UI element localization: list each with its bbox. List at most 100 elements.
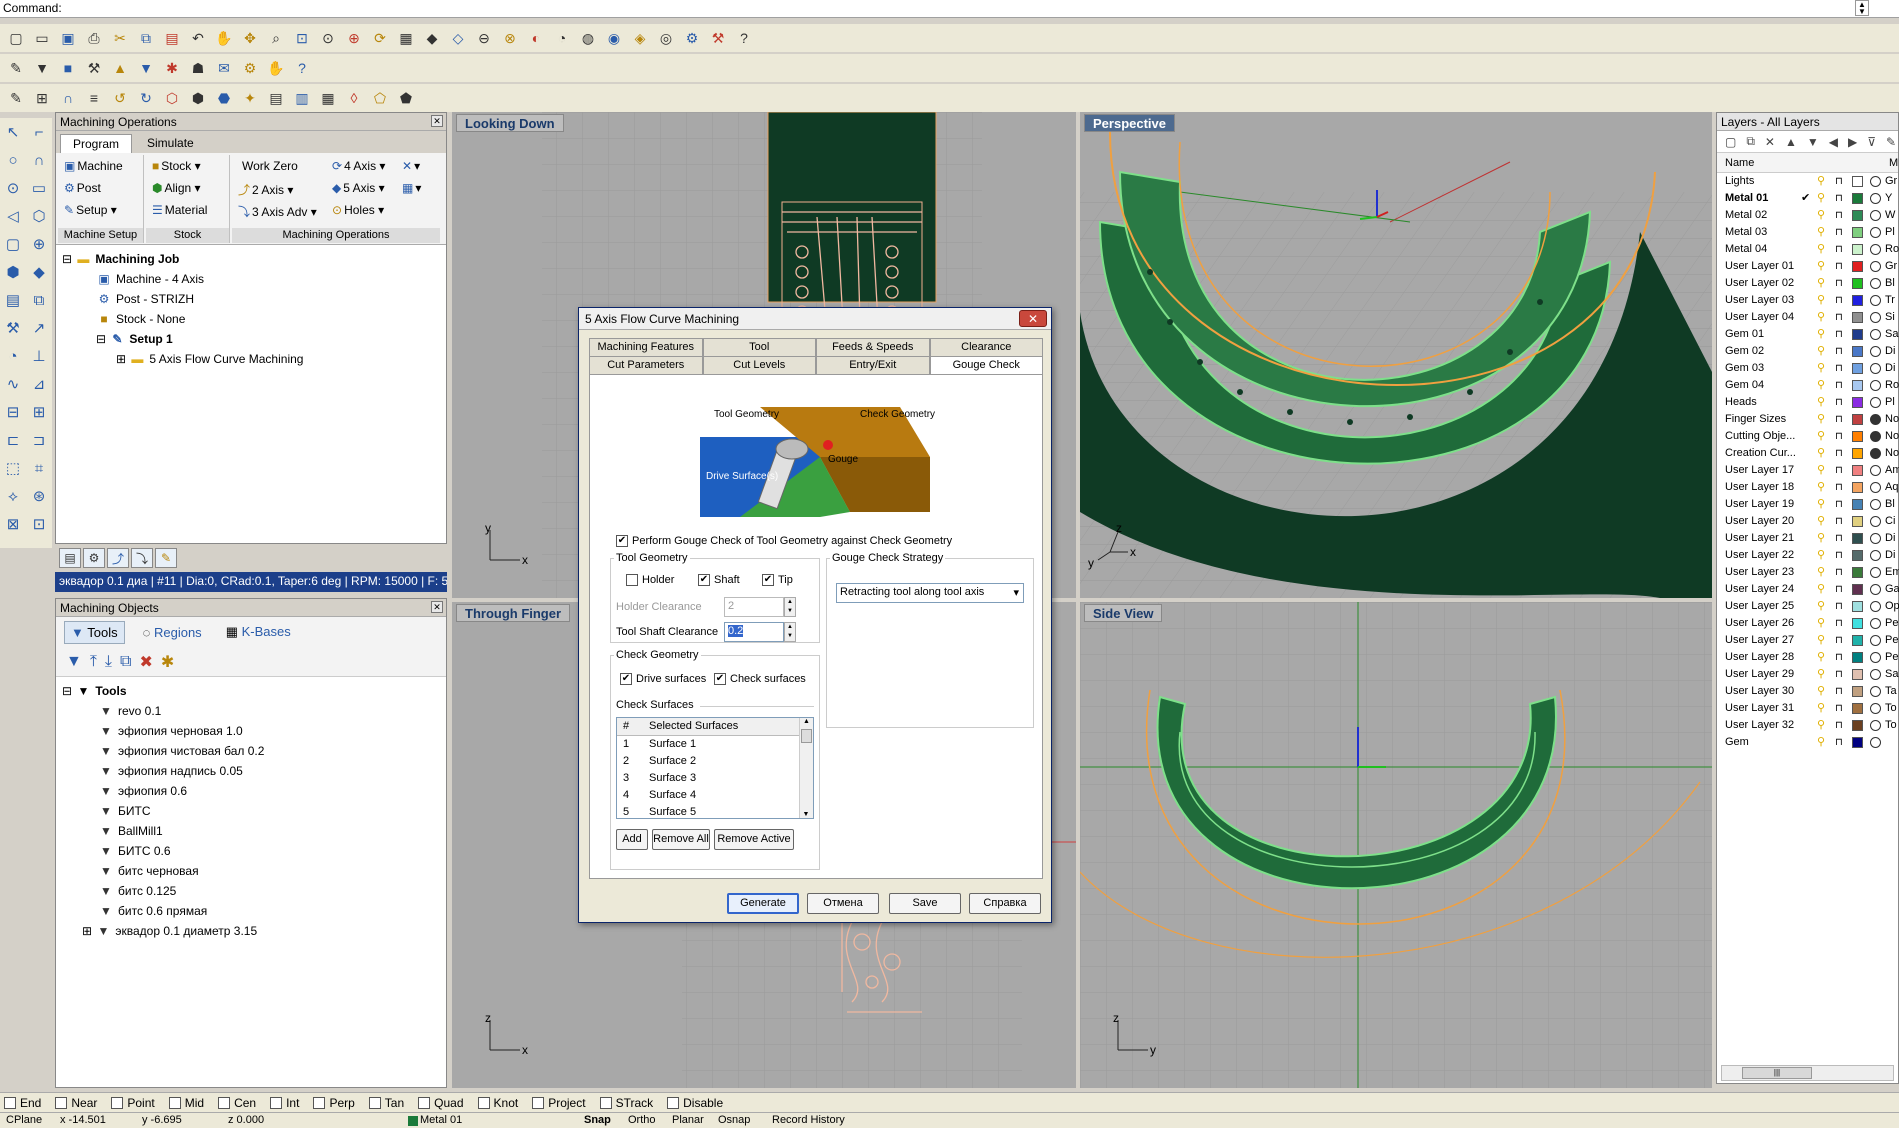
delete-tool-icon[interactable]: ✖ (139, 652, 152, 672)
layer-row[interactable]: User Layer 29 ⚲ ⊓ Sa (1717, 666, 1898, 683)
layer-name[interactable]: User Layer 22 (1725, 547, 1815, 564)
standard-tool-14-icon[interactable]: ⊕ (342, 26, 366, 50)
standard-tool-2-icon[interactable]: ▭ (30, 26, 54, 50)
left-tool-4-icon[interactable]: ∩ (26, 146, 52, 174)
layer-color-swatch[interactable] (1852, 227, 1863, 238)
lock-icon[interactable]: ⊓ (1835, 207, 1843, 224)
transform-tool-16-icon[interactable]: ⬟ (394, 86, 418, 110)
visibility-bulb-icon[interactable]: ⚲ (1817, 258, 1825, 275)
material-icon[interactable] (1870, 533, 1881, 544)
layer-name[interactable]: User Layer 32 (1725, 717, 1815, 734)
layer-color-swatch[interactable] (1852, 669, 1863, 680)
close-icon[interactable]: ✕ (431, 601, 443, 613)
layer-name[interactable]: Gem (1725, 734, 1815, 751)
standard-tool-26-icon[interactable]: ◎ (654, 26, 678, 50)
osnap-option[interactable]: STrack (599, 1096, 653, 1110)
layer-name[interactable]: Creation Cur... (1725, 445, 1815, 462)
strategy-select[interactable]: Retracting tool along tool axis ▾ (836, 583, 1024, 603)
layer-row[interactable]: User Layer 32 ⚲ ⊓ To (1717, 717, 1898, 734)
tool-item[interactable]: ▼ битс 0.125 (62, 881, 440, 901)
layer-row[interactable]: Gem ⚲ ⊓ (1717, 734, 1898, 751)
move-up-icon[interactable]: ▲ (1785, 135, 1797, 149)
layer-name[interactable]: User Layer 18 (1725, 479, 1815, 496)
standard-tool-16-icon[interactable]: ▦ (394, 26, 418, 50)
standard-tool-11-icon[interactable]: ⌕ (264, 26, 288, 50)
osnap-checkbox[interactable] (418, 1096, 431, 1109)
osnap-option[interactable]: Project (532, 1096, 586, 1110)
left-tool-1-icon[interactable]: ↖ (0, 118, 26, 146)
standard-tool-5-icon[interactable]: ✂ (108, 26, 132, 50)
perform-check-checkbox[interactable]: ✔ (616, 535, 628, 548)
surface-row[interactable]: 4 Surface 4 (617, 787, 813, 804)
command-scroll[interactable]: ▲ ▼ (1855, 0, 1869, 16)
operation-icon[interactable]: ⤴ (107, 548, 129, 568)
osnap-option[interactable]: Cen (218, 1096, 256, 1110)
layer-name[interactable]: User Layer 24 (1725, 581, 1815, 598)
material-icon[interactable] (1870, 652, 1881, 663)
layer-color-swatch[interactable] (1852, 414, 1863, 425)
holes-button[interactable]: ⊙ Holes ▾ (332, 203, 384, 217)
lock-icon[interactable]: ⊓ (1835, 377, 1843, 394)
visibility-bulb-icon[interactable]: ⚲ (1817, 496, 1825, 513)
layer-color-swatch[interactable] (1852, 584, 1863, 595)
material-button[interactable]: ☰ Material (152, 203, 207, 217)
lock-icon[interactable]: ⊓ (1835, 615, 1843, 632)
layer-name[interactable]: Heads (1725, 394, 1815, 411)
osnap-checkbox[interactable] (599, 1096, 612, 1109)
lock-icon[interactable]: ⊓ (1835, 734, 1843, 751)
material-icon[interactable] (1870, 210, 1881, 221)
visibility-bulb-icon[interactable]: ⚲ (1817, 649, 1825, 666)
new-layer-icon[interactable]: ▢ (1725, 135, 1736, 149)
dialog-tab[interactable]: Clearance (929, 338, 1043, 356)
material-icon[interactable] (1870, 329, 1881, 340)
layer-row[interactable]: User Layer 23 ⚲ ⊓ Em (1717, 564, 1899, 581)
tool-item[interactable]: ⊞ ▼ эквадор 0.1 диаметр 3.15 (62, 921, 440, 941)
layer-name[interactable]: User Layer 30 (1725, 683, 1815, 700)
layer-color-swatch[interactable] (1852, 363, 1863, 374)
material-icon[interactable] (1870, 499, 1881, 510)
left-tool-17-icon[interactable]: ◔ (0, 342, 26, 370)
left-tool-3-icon[interactable]: ○ (0, 146, 26, 174)
osnap-option[interactable]: Perp (313, 1096, 355, 1110)
tools-icon[interactable]: ✎ (1886, 135, 1896, 149)
operation-icon[interactable]: ⤵ (131, 548, 153, 568)
operation-icon[interactable]: ▤ (59, 548, 81, 568)
layer-color-swatch[interactable] (1852, 635, 1863, 646)
left-tool-10-icon[interactable]: ⊕ (26, 230, 52, 258)
perform-check-row[interactable]: ✔ Perform Gouge Check of Tool Geometry ag… (616, 535, 952, 548)
visibility-bulb-icon[interactable]: ⚲ (1817, 632, 1825, 649)
layer-row[interactable]: User Layer 24 ⚲ ⊓ Ga (1717, 581, 1899, 598)
visibility-bulb-icon[interactable]: ⚲ (1817, 666, 1825, 683)
copy-tool-icon[interactable]: ⧉ (120, 653, 131, 671)
material-icon[interactable] (1870, 737, 1881, 748)
tool-item[interactable]: ▼ битс черновая (62, 861, 440, 881)
standard-tool-17-icon[interactable]: ◆ (420, 26, 444, 50)
transform-tool-6-icon[interactable]: ↻ (134, 86, 158, 110)
remove-active-button[interactable]: Remove Active (714, 829, 794, 850)
material-icon[interactable] (1870, 346, 1881, 357)
layer-color-swatch[interactable] (1852, 567, 1863, 578)
material-icon[interactable] (1870, 312, 1881, 323)
lock-icon[interactable]: ⊓ (1835, 326, 1843, 343)
job-tree-item[interactable]: ▣ Machine - 4 Axis (62, 269, 440, 289)
snap-toggle[interactable]: Snap (584, 1114, 611, 1126)
osnap-checkbox[interactable] (4, 1096, 16, 1109)
holder-checkbox[interactable] (626, 574, 638, 587)
standard-tool-24-icon[interactable]: ◉ (602, 26, 626, 50)
add-button[interactable]: Add (616, 829, 648, 850)
drive-surfaces-checkbox[interactable]: ✔ (620, 673, 632, 686)
layer-name[interactable]: User Layer 17 (1725, 462, 1815, 479)
tool-item[interactable]: ▼ БИТС (62, 801, 440, 821)
osnap-checkbox[interactable] (313, 1096, 326, 1109)
lock-icon[interactable]: ⊓ (1835, 394, 1843, 411)
tool-item[interactable]: ▼ эфиопия чистовая бал 0.2 (62, 741, 440, 761)
list-scrollbar[interactable]: ▲ ▼ (799, 718, 813, 818)
material-icon[interactable] (1870, 176, 1881, 187)
layer-name[interactable]: User Layer 03 (1725, 292, 1815, 309)
visibility-bulb-icon[interactable]: ⚲ (1817, 683, 1825, 700)
layer-row[interactable]: Cutting Obje... ⚲ ⊓ No (1717, 428, 1899, 445)
osnap-checkbox[interactable] (218, 1096, 231, 1109)
transform-tool-15-icon[interactable]: ⬠ (368, 86, 392, 110)
shaft-checkbox[interactable]: ✔ (698, 574, 710, 587)
secondary-tool-11-icon[interactable]: ✋ (264, 56, 288, 80)
